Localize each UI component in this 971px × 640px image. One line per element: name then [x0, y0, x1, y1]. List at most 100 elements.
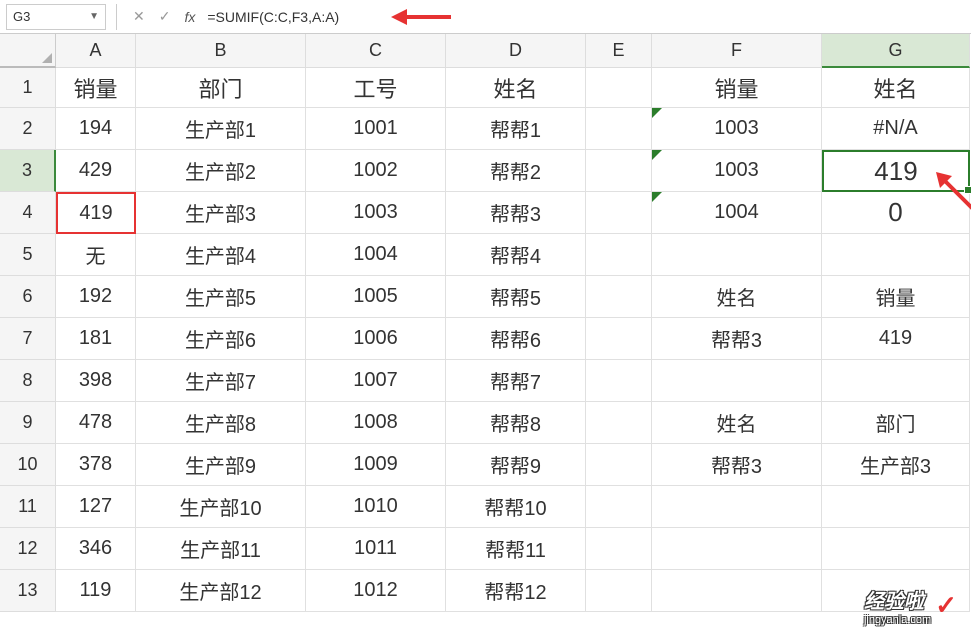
cell-d12[interactable]: 帮帮11: [446, 528, 586, 570]
cell-d8[interactable]: 帮帮7: [446, 360, 586, 402]
cell-c12[interactable]: 1011: [306, 528, 446, 570]
row-header-11[interactable]: 11: [0, 486, 56, 528]
cell-b4[interactable]: 生产部3: [136, 192, 306, 234]
name-box[interactable]: G3 ▼: [6, 4, 106, 30]
row-header-2[interactable]: 2: [0, 108, 56, 150]
cell-c8[interactable]: 1007: [306, 360, 446, 402]
cell-c6[interactable]: 1005: [306, 276, 446, 318]
cell-a10[interactable]: 378: [56, 444, 136, 486]
cell-e2[interactable]: [586, 108, 652, 150]
cell-f1[interactable]: 销量: [652, 68, 822, 108]
cell-f12[interactable]: [652, 528, 822, 570]
fx-icon[interactable]: fx: [184, 9, 195, 25]
cell-a3[interactable]: 429: [56, 150, 136, 192]
cell-a13[interactable]: 119: [56, 570, 136, 612]
cell-d2[interactable]: 帮帮1: [446, 108, 586, 150]
cell-c13[interactable]: 1012: [306, 570, 446, 612]
cell-d11[interactable]: 帮帮10: [446, 486, 586, 528]
cell-e1[interactable]: [586, 68, 652, 108]
cell-a11[interactable]: 127: [56, 486, 136, 528]
select-all-button[interactable]: [0, 34, 56, 68]
cell-b7[interactable]: 生产部6: [136, 318, 306, 360]
cell-a4[interactable]: 419: [56, 192, 136, 234]
cell-f11[interactable]: [652, 486, 822, 528]
col-header-b[interactable]: B: [136, 34, 306, 68]
cell-d13[interactable]: 帮帮12: [446, 570, 586, 612]
cell-g10[interactable]: 生产部3: [822, 444, 970, 486]
formula-input[interactable]: =SUMIF(C:C,F3,A:A): [201, 4, 971, 30]
cell-c3[interactable]: 1002: [306, 150, 446, 192]
cell-f2[interactable]: 1003: [652, 108, 822, 150]
cell-c10[interactable]: 1009: [306, 444, 446, 486]
cell-a5[interactable]: 无: [56, 234, 136, 276]
row-header-13[interactable]: 13: [0, 570, 56, 612]
col-header-e[interactable]: E: [586, 34, 652, 68]
cell-e3[interactable]: [586, 150, 652, 192]
col-header-g[interactable]: G: [822, 34, 970, 68]
row-header-12[interactable]: 12: [0, 528, 56, 570]
cell-f4[interactable]: 1004: [652, 192, 822, 234]
cell-f7[interactable]: 帮帮3: [652, 318, 822, 360]
cell-a7[interactable]: 181: [56, 318, 136, 360]
cell-c2[interactable]: 1001: [306, 108, 446, 150]
row-header-1[interactable]: 1: [0, 68, 56, 108]
cell-f10[interactable]: 帮帮3: [652, 444, 822, 486]
cell-g9[interactable]: 部门: [822, 402, 970, 444]
cell-c1[interactable]: 工号: [306, 68, 446, 108]
cell-g7[interactable]: 419: [822, 318, 970, 360]
cell-e13[interactable]: [586, 570, 652, 612]
cell-a12[interactable]: 346: [56, 528, 136, 570]
cell-d10[interactable]: 帮帮9: [446, 444, 586, 486]
cell-g1[interactable]: 姓名: [822, 68, 970, 108]
cell-f5[interactable]: [652, 234, 822, 276]
confirm-icon[interactable]: ✓: [159, 8, 171, 25]
cell-a1[interactable]: 销量: [56, 68, 136, 108]
cell-c7[interactable]: 1006: [306, 318, 446, 360]
cell-d5[interactable]: 帮帮4: [446, 234, 586, 276]
cell-e11[interactable]: [586, 486, 652, 528]
cell-b3[interactable]: 生产部2: [136, 150, 306, 192]
cell-a8[interactable]: 398: [56, 360, 136, 402]
cell-b2[interactable]: 生产部1: [136, 108, 306, 150]
cell-e9[interactable]: [586, 402, 652, 444]
cell-d6[interactable]: 帮帮5: [446, 276, 586, 318]
cell-f8[interactable]: [652, 360, 822, 402]
cell-c5[interactable]: 1004: [306, 234, 446, 276]
cell-e5[interactable]: [586, 234, 652, 276]
cell-e10[interactable]: [586, 444, 652, 486]
row-header-5[interactable]: 5: [0, 234, 56, 276]
cell-c11[interactable]: 1010: [306, 486, 446, 528]
col-header-d[interactable]: D: [446, 34, 586, 68]
row-header-4[interactable]: 4: [0, 192, 56, 234]
cell-a6[interactable]: 192: [56, 276, 136, 318]
cell-d4[interactable]: 帮帮3: [446, 192, 586, 234]
cell-a9[interactable]: 478: [56, 402, 136, 444]
cell-a2[interactable]: 194: [56, 108, 136, 150]
cell-g6[interactable]: 销量: [822, 276, 970, 318]
cell-b5[interactable]: 生产部4: [136, 234, 306, 276]
cell-g11[interactable]: [822, 486, 970, 528]
cell-f9[interactable]: 姓名: [652, 402, 822, 444]
cell-b12[interactable]: 生产部11: [136, 528, 306, 570]
row-header-3[interactable]: 3: [0, 150, 56, 192]
cell-f3[interactable]: 1003: [652, 150, 822, 192]
row-header-7[interactable]: 7: [0, 318, 56, 360]
cell-e4[interactable]: [586, 192, 652, 234]
cancel-icon[interactable]: ✕: [133, 8, 145, 25]
cell-b1[interactable]: 部门: [136, 68, 306, 108]
cell-f13[interactable]: [652, 570, 822, 612]
cell-b6[interactable]: 生产部5: [136, 276, 306, 318]
row-header-6[interactable]: 6: [0, 276, 56, 318]
cell-g12[interactable]: [822, 528, 970, 570]
row-header-9[interactable]: 9: [0, 402, 56, 444]
cell-d9[interactable]: 帮帮8: [446, 402, 586, 444]
col-header-c[interactable]: C: [306, 34, 446, 68]
cell-g8[interactable]: [822, 360, 970, 402]
cell-c4[interactable]: 1003: [306, 192, 446, 234]
col-header-f[interactable]: F: [652, 34, 822, 68]
cell-b11[interactable]: 生产部10: [136, 486, 306, 528]
cell-e7[interactable]: [586, 318, 652, 360]
cell-g5[interactable]: [822, 234, 970, 276]
cell-b8[interactable]: 生产部7: [136, 360, 306, 402]
cell-b13[interactable]: 生产部12: [136, 570, 306, 612]
